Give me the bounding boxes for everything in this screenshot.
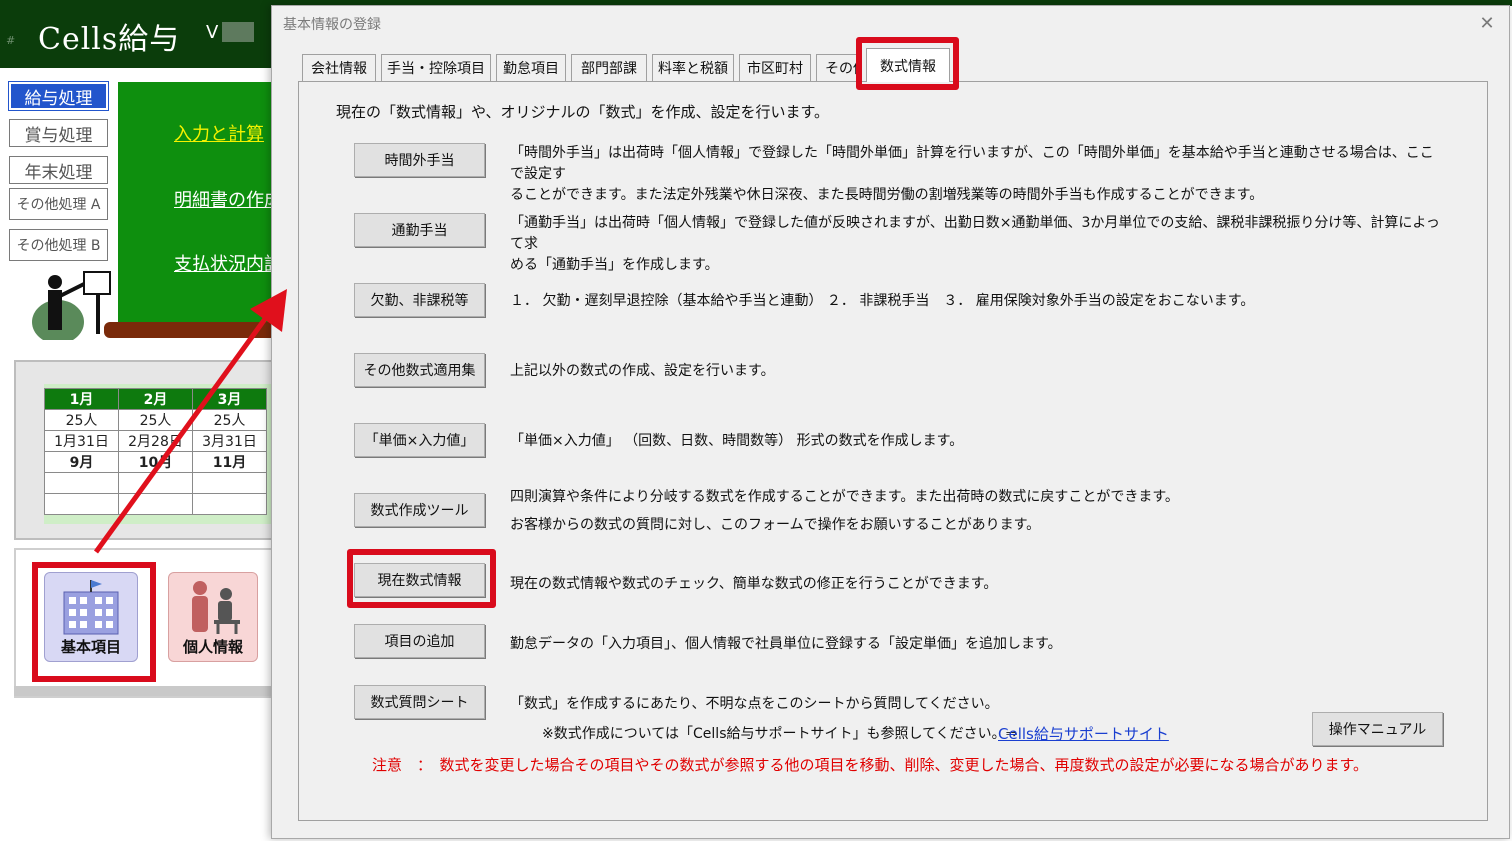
calendar-cell: 2月28日 bbox=[118, 430, 193, 452]
board-rail bbox=[104, 322, 290, 338]
tray-shadow bbox=[14, 686, 290, 696]
description-line: お客様からの数式の質問に対し、このフォームで操作をお願いすることがあります。 bbox=[510, 517, 1041, 533]
tab-department[interactable]: 部門部課 bbox=[571, 54, 647, 81]
description-line: 四則演算や条件により分岐する数式を作成することができます。また出荷時の数式に戻す… bbox=[510, 489, 1179, 505]
dialog-window: 基本情報の登録 ✕ 会社情報 手当・控除項目 勤怠項目 部門部課 料率と税額 市… bbox=[271, 5, 1510, 839]
calendar-cell: 11月 bbox=[192, 451, 267, 473]
calendar-cell: 25人 bbox=[44, 409, 119, 431]
formula-tool-description: 四則演算や条件により分岐する数式を作成することができます。また出荷時の数式に戻す… bbox=[510, 483, 1440, 539]
people-icon bbox=[192, 581, 240, 634]
calendar-cell bbox=[118, 472, 193, 494]
question-sheet-description: 「数式」を作成するにあたり、不明な点をこのシートから質問してください。 bbox=[510, 694, 1440, 715]
formula-tool-button[interactable]: 数式作成ツール bbox=[354, 493, 485, 527]
tab-rates-tax[interactable]: 料率と税額 bbox=[652, 54, 734, 81]
dialog-title: 基本情報の登録 bbox=[283, 17, 381, 33]
absence-description: １． 欠勤・遅刻早退控除（基本給や手当と連動） ２． 非課税手当 ３． 雇用保険… bbox=[510, 291, 1440, 312]
teacher-icon bbox=[32, 271, 111, 340]
unit-price-input-button[interactable]: 「単価×入力値」 bbox=[354, 423, 485, 457]
calendar-cell: 1月 bbox=[44, 388, 119, 410]
add-item-description: 勤怠データの「入力項目」、個人情報で社員単位に登録する「設定単価」を追加します。 bbox=[510, 634, 1440, 655]
tab-allowance-deduction[interactable]: 手当・控除項目 bbox=[381, 54, 491, 81]
calendar-cell: 10月 bbox=[118, 451, 193, 473]
calendar-cell bbox=[192, 472, 267, 494]
link-payment-status[interactable]: 支払状況内訳 bbox=[174, 250, 282, 276]
tab-company-info[interactable]: 会社情報 bbox=[302, 54, 376, 81]
description-line: 「数式」を作成するにあたり、不明な点をこのシートから質問してください。 bbox=[510, 696, 999, 712]
unit-price-description: 「単価×入力値」 （回数、日数、時間数等） 形式の数式を作成します。 bbox=[510, 431, 1440, 452]
support-note: ※数式作成については「Cells給与サポートサイト」も参照してください。⇒ bbox=[542, 726, 1018, 742]
calendar-cell: 1月31日 bbox=[44, 430, 119, 452]
side-button-other-b[interactable]: その他処理 B bbox=[9, 229, 108, 261]
current-formula-description: 現在の数式情報や数式のチェック、簡単な数式の修正を行うことができます。 bbox=[510, 574, 1440, 595]
side-button-bonus[interactable]: 賞与処理 bbox=[9, 119, 108, 147]
overtime-button[interactable]: 時間外手当 bbox=[354, 143, 485, 177]
green-board: 入力と計算 明細書の作成 支払状況内訳 bbox=[118, 82, 290, 322]
calendar-cell bbox=[192, 493, 267, 515]
calendar-cell: 2月 bbox=[118, 388, 193, 410]
highlight-box bbox=[32, 562, 156, 682]
description-line: める「通勤手当」を作成します。 bbox=[510, 257, 719, 273]
calendar-cell: 25人 bbox=[192, 409, 267, 431]
calendar-cell: 25人 bbox=[118, 409, 193, 431]
warning-text: 注意 ： 数式を変更した場合その項目やその数式が参照する他の項目を移動、削除、変… bbox=[372, 756, 1369, 774]
side-button-payroll[interactable]: 給与処理 bbox=[8, 81, 109, 111]
commute-description: 「通勤手当」は出荷時「個人情報」で登録した値が反映されますが、出勤日数×通勤単価… bbox=[510, 213, 1440, 276]
link-input-calc[interactable]: 入力と計算 bbox=[174, 120, 264, 146]
tab-attendance[interactable]: 勤怠項目 bbox=[496, 54, 566, 81]
tab-municipality[interactable]: 市区町村 bbox=[739, 54, 811, 81]
question-sheet-button[interactable]: 数式質問シート bbox=[354, 685, 485, 719]
personal-info-label: 個人情報 bbox=[182, 638, 243, 656]
hash-mark: # bbox=[6, 34, 16, 47]
link-statement[interactable]: 明細書の作成 bbox=[174, 186, 282, 212]
support-site-link[interactable]: Cells給与サポートサイト bbox=[998, 723, 1169, 744]
absence-nontaxable-button[interactable]: 欠勤、非課税等 bbox=[354, 283, 485, 317]
description-line: 上記以外の数式の作成、設定を行います。 bbox=[510, 363, 775, 379]
close-icon[interactable]: ✕ bbox=[1475, 11, 1499, 35]
app-header: # Cells給与 V bbox=[0, 0, 290, 68]
commute-button[interactable]: 通勤手当 bbox=[354, 213, 485, 247]
button-highlight-box bbox=[347, 549, 496, 608]
personal-info-button[interactable]: 個人情報 bbox=[168, 572, 258, 662]
description-line: 「単価×入力値」 （回数、日数、時間数等） 形式の数式を作成します。 bbox=[510, 433, 964, 449]
description-line: 「時間外手当」は出荷時「個人情報」で登録した「時間外単価」計算を行いますが、この… bbox=[510, 145, 1434, 182]
calendar-cell bbox=[118, 493, 193, 515]
other-formulas-description: 上記以外の数式の作成、設定を行います。 bbox=[510, 361, 1440, 382]
description-line: 「通勤手当」は出荷時「個人情報」で登録した値が反映されますが、出勤日数×通勤単価… bbox=[510, 215, 1440, 252]
calendar-cell: 3月31日 bbox=[192, 430, 267, 452]
calendar-table: 1月 2月 3月 25人 25人 25人 1月31日 2月28日 3月31日 9… bbox=[44, 388, 267, 515]
description-line: 現在の数式情報や数式のチェック、簡単な数式の修正を行うことができます。 bbox=[510, 576, 998, 592]
side-button-yearend[interactable]: 年末処理 bbox=[9, 156, 108, 184]
tab-highlight-box bbox=[856, 37, 959, 90]
description-line: 勤怠データの「入力項目」、個人情報で社員単位に登録する「設定単価」を追加します。 bbox=[510, 636, 1062, 652]
intro-text: 現在の「数式情報」や、オリジナルの「数式」を作成、設定を行います。 bbox=[336, 103, 830, 121]
add-item-button[interactable]: 項目の追加 bbox=[354, 624, 485, 658]
manual-button[interactable]: 操作マニュアル bbox=[1312, 712, 1443, 746]
calendar-cell bbox=[44, 493, 119, 515]
app-title: Cells給与 bbox=[38, 22, 181, 57]
overtime-description: 「時間外手当」は出荷時「個人情報」で登録した「時間外単価」計算を行いますが、この… bbox=[510, 143, 1440, 206]
other-formulas-button[interactable]: その他数式適用集 bbox=[354, 353, 485, 387]
side-button-other-a[interactable]: その他処理 A bbox=[9, 188, 108, 220]
app-version-prefix: V bbox=[206, 22, 219, 43]
calendar-cell bbox=[44, 472, 119, 494]
description-line: ることができます。また法定外残業や休日深夜、また長時間労働の割増残業等の時間外手… bbox=[510, 187, 1264, 203]
description-line: １． 欠勤・遅刻早退控除（基本給や手当と連動） ２． 非課税手当 ３． 雇用保険… bbox=[510, 293, 1255, 309]
calendar-cell: 9月 bbox=[44, 451, 119, 473]
calendar-cell: 3月 bbox=[192, 388, 267, 410]
version-redacted bbox=[222, 22, 254, 42]
